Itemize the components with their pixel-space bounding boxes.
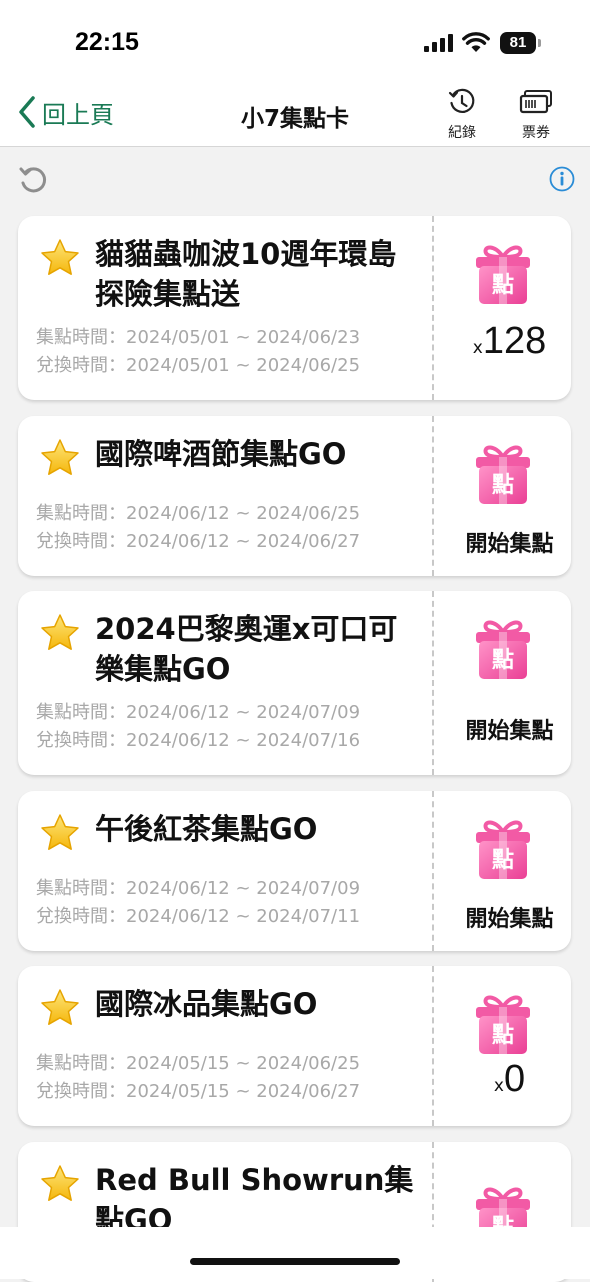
nav-bar: 回上頁 小7集點卡 紀錄 票券 xyxy=(0,80,590,147)
date-info: 集點時間：2024/05/15 ~ 2024/06/25 兌換時間：2024/05… xyxy=(36,1050,360,1106)
card-title: 午後紅茶集點GO xyxy=(95,812,318,846)
star-icon xyxy=(40,238,80,282)
info-button[interactable] xyxy=(549,166,575,196)
star-icon xyxy=(40,1164,80,1208)
card-title: 貓貓蟲咖波10週年環島探險集點送 xyxy=(95,237,397,311)
gift-points-icon: 點 xyxy=(473,992,533,1060)
bottom-bar xyxy=(0,1227,590,1279)
stamp-count: x0 xyxy=(448,1058,571,1101)
gift-points-icon: 點 xyxy=(473,442,533,510)
gift-icon-label: 點 xyxy=(492,848,514,873)
dashed-divider xyxy=(432,791,434,951)
card-title: 國際冰品集點GO xyxy=(95,987,318,1021)
start-collect-button[interactable]: 開始集點 xyxy=(448,901,571,933)
redeem-period: 兌換時間：2024/06/12 ~ 2024/06/27 xyxy=(36,531,361,552)
start-collect-button[interactable]: 開始集點 xyxy=(448,713,571,745)
info-icon xyxy=(549,166,575,192)
date-info: 集點時間：2024/06/12 ~ 2024/06/25 兌換時間：2024/06… xyxy=(36,500,360,556)
tickets-label: 票券 xyxy=(522,125,550,141)
collect-period: 集點時間：2024/05/15 ~ 2024/06/25 xyxy=(36,1053,361,1074)
stamp-card[interactable]: 午後紅茶集點GO 集點時間：2024/06/12 ~ 2024/07/09 兌換時間… xyxy=(18,791,571,951)
card-title: 國際啤酒節集點GO xyxy=(95,437,347,471)
history-button[interactable]: 紀錄 xyxy=(432,88,492,142)
status-bar: 22:15 81 xyxy=(0,0,590,80)
cellular-signal-icon xyxy=(424,34,453,52)
count-value: 128 xyxy=(482,320,547,362)
stamp-card[interactable]: 貓貓蟲咖波10週年環島探險集點送集點時間：2024/05/01 ~ 2024/0… xyxy=(18,216,571,400)
count-prefix: x xyxy=(472,338,483,358)
redeem-period: 兌換時間：2024/06/12 ~ 2024/07/11 xyxy=(36,906,361,927)
back-label: 回上頁 xyxy=(42,100,114,129)
tickets-button[interactable]: 票券 xyxy=(506,88,566,142)
gift-points-icon: 點 xyxy=(473,817,533,885)
refresh-button[interactable] xyxy=(18,163,48,199)
collect-period: 集點時間：2024/06/12 ~ 2024/06/25 xyxy=(36,503,361,524)
star-icon xyxy=(40,988,80,1032)
star-icon xyxy=(40,813,80,857)
history-label: 紀錄 xyxy=(448,125,476,141)
stamp-card[interactable]: 國際冰品集點GO 集點時間：2024/05/15 ~ 2024/06/25 兌換時間… xyxy=(18,966,571,1126)
stamp-card[interactable]: 2024巴黎奧運x可口可樂集點GO 集點時間：2024/06/12 ~ 2024/… xyxy=(18,591,571,775)
dashed-divider xyxy=(432,416,434,576)
gift-icon-label: 點 xyxy=(492,648,514,673)
date-info: 集點時間：2024/05/01 ~ 2024/06/23 兌換時間：2024/05… xyxy=(36,324,360,380)
battery-icon: 81 xyxy=(500,32,536,54)
stamp-card[interactable]: 國際啤酒節集點GO 集點時間：2024/06/12 ~ 2024/06/25 兌換時… xyxy=(18,416,571,576)
count-value: 0 xyxy=(503,1058,526,1100)
history-icon xyxy=(448,88,475,113)
date-info: 集點時間：2024/06/12 ~ 2024/07/09 兌換時間：2024/06… xyxy=(36,875,360,931)
start-collect-button[interactable]: 開始集點 xyxy=(448,526,571,558)
collect-period: 集點時間：2024/06/12 ~ 2024/07/09 xyxy=(36,878,361,899)
star-icon xyxy=(40,438,80,482)
stamp-count: x128 xyxy=(448,320,571,363)
date-info: 集點時間：2024/06/12 ~ 2024/07/09 兌換時間：2024/06… xyxy=(36,699,360,755)
chevron-left-icon xyxy=(19,96,35,128)
battery-tip xyxy=(538,39,541,47)
gift-icon-label: 點 xyxy=(492,1023,514,1048)
status-time: 22:15 xyxy=(75,28,139,56)
wifi-icon xyxy=(462,32,490,52)
dashed-divider xyxy=(432,591,434,775)
home-indicator xyxy=(190,1258,400,1265)
redeem-period: 兌換時間：2024/06/12 ~ 2024/07/16 xyxy=(36,730,361,751)
gift-icon-label: 點 xyxy=(492,473,514,498)
dashed-divider xyxy=(432,216,434,400)
ticket-icon xyxy=(519,90,552,114)
star-icon xyxy=(40,613,80,657)
gift-points-icon: 點 xyxy=(473,242,533,310)
card-title: 2024巴黎奧運x可口可樂集點GO xyxy=(95,612,398,686)
back-button[interactable]: 回上頁 xyxy=(18,94,114,130)
gift-points-icon: 點 xyxy=(473,617,533,685)
dashed-divider xyxy=(432,966,434,1126)
count-prefix: x xyxy=(493,1076,504,1096)
gift-icon-label: 點 xyxy=(492,273,514,298)
redeem-period: 兌換時間：2024/05/15 ~ 2024/06/27 xyxy=(36,1081,361,1102)
toolbar xyxy=(0,147,590,209)
collect-period: 集點時間：2024/06/12 ~ 2024/07/09 xyxy=(36,702,361,723)
collect-period: 集點時間：2024/05/01 ~ 2024/06/23 xyxy=(36,327,361,348)
redeem-period: 兌換時間：2024/05/01 ~ 2024/06/25 xyxy=(36,355,361,376)
refresh-icon xyxy=(19,167,47,193)
